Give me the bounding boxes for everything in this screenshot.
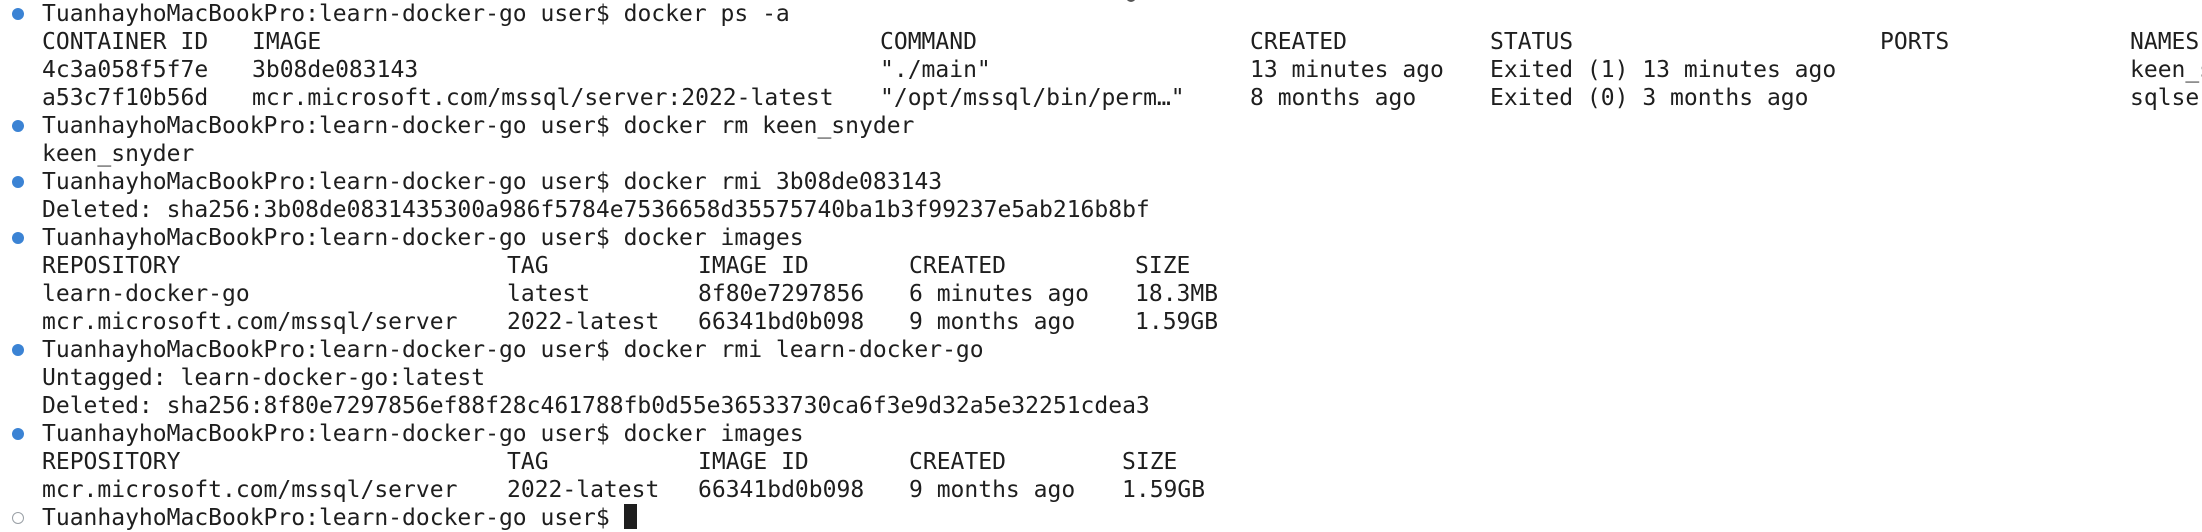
images-table-row-cell: 6 minutes ago [909, 281, 1090, 307]
prompt-line[interactable]: TuanhayhoMacBookPro:learn-docker-go user… [42, 420, 804, 448]
ps-table-row-cell: "./main" [880, 57, 991, 83]
terminal-output[interactable]: TuanhayhoMacBookPro:learn-docker-go user… [0, 0, 2202, 532]
command-success-marker-icon[interactable] [12, 232, 24, 244]
images-table-header: REPOSITORY TAG IMAGE ID CREATED SIZE [42, 448, 2192, 476]
command-success-marker-icon[interactable] [12, 8, 24, 20]
images-table-row-cell: learn-docker-go [42, 281, 250, 307]
output-text: keen_snyder [42, 141, 195, 167]
output-line: Untagged: learn-docker-go:latest [42, 364, 485, 392]
scroll-clipped-glyph [1126, 0, 1136, 2]
images-table-header-cell: REPOSITORY [42, 253, 181, 279]
command-text: docker rm keen_snyder [623, 113, 915, 139]
images-table-row: mcr.microsoft.com/mssql/server 2022-lates… [42, 476, 2192, 504]
ps-table-header-cell: STATUS [1490, 29, 1574, 55]
command-pending-marker-icon[interactable] [12, 512, 24, 524]
output-line: keen_snyder [42, 140, 194, 168]
images-table-header-cell: SIZE [1135, 253, 1191, 279]
images-table-header-cell: IMAGE ID [698, 253, 809, 279]
text-cursor[interactable] [623, 504, 637, 529]
ps-table-row-cell: Exited (0) 3 months ago [1490, 85, 1809, 111]
images-table-header-cell: TAG [507, 253, 549, 279]
images-table-header: REPOSITORY TAG IMAGE ID CREATED SIZE [42, 252, 2192, 280]
prompt-line[interactable]: TuanhayhoMacBookPro:learn-docker-go user… [42, 112, 914, 140]
images-table-row-cell: latest [507, 281, 591, 307]
command-text: docker ps -a [623, 1, 790, 27]
command-success-marker-icon[interactable] [12, 344, 24, 356]
ps-table-row-cell: 4c3a058f5f7e [42, 57, 209, 83]
output-text: Deleted: sha256:3b08de0831435300a986f578… [42, 197, 1150, 223]
output-line: Deleted: sha256:8f80e7297856ef88f28c4617… [42, 392, 1150, 420]
ps-table-header: CONTAINER ID IMAGE COMMAND CREATED STATUS POR… [42, 28, 2199, 56]
prompt-line[interactable]: TuanhayhoMacBookPro:learn-docker-go user… [42, 168, 942, 196]
images-table-row-cell: mcr.microsoft.com/mssql/server [42, 309, 458, 335]
ps-table-row: 4c3a058f5f7e 3b08de083143 "./main" 13 minut… [42, 56, 2202, 84]
command-success-marker-icon[interactable] [12, 176, 24, 188]
output-line: Deleted: sha256:3b08de0831435300a986f578… [42, 196, 1150, 224]
command-success-marker-icon[interactable] [12, 428, 24, 440]
images-table-row-cell: 8f80e7297856 [698, 281, 865, 307]
images-table-row-cell: 2022-latest [507, 477, 660, 503]
images-table-header-cell: REPOSITORY [42, 449, 181, 475]
command-text: docker images [623, 225, 804, 251]
prompt: TuanhayhoMacBookPro:learn-docker-go user… [42, 169, 610, 195]
ps-table-row-cell: sqlserver2022 [2130, 85, 2202, 111]
output-text: Deleted: sha256:8f80e7297856ef88f28c4617… [42, 393, 1150, 419]
ps-table-header-cell: IMAGE [252, 29, 322, 55]
images-table-header-cell: CREATED [909, 449, 1006, 475]
prompt-line[interactable]: TuanhayhoMacBookPro:learn-docker-go user… [42, 504, 637, 532]
images-table-header-cell: SIZE [1122, 449, 1178, 475]
images-table-header-cell: TAG [507, 449, 549, 475]
command-text: docker rmi learn-docker-go [623, 337, 984, 363]
command-text: docker rmi 3b08de083143 [623, 169, 943, 195]
prompt: TuanhayhoMacBookPro:learn-docker-go user… [42, 113, 610, 139]
images-table-header-cell: CREATED [909, 253, 1006, 279]
prompt-line[interactable]: TuanhayhoMacBookPro:learn-docker-go user… [42, 336, 984, 364]
ps-table-row-cell: 8 months ago [1250, 85, 1417, 111]
ps-table-row-cell: Exited (1) 13 minutes ago [1490, 57, 1837, 83]
images-table-header-cell: IMAGE ID [698, 449, 809, 475]
ps-table-row-cell: 13 minutes ago [1250, 57, 1444, 83]
prompt: TuanhayhoMacBookPro:learn-docker-go user… [42, 421, 610, 447]
ps-table-header-cell: COMMAND [880, 29, 977, 55]
prompt-line[interactable]: TuanhayhoMacBookPro:learn-docker-go user… [42, 224, 804, 252]
images-table-row-cell: 9 months ago [909, 477, 1076, 503]
command-success-marker-icon[interactable] [12, 120, 24, 132]
ps-table-header-cell: PORTS [1880, 29, 1950, 55]
prompt-line[interactable]: TuanhayhoMacBookPro:learn-docker-go user… [42, 0, 790, 28]
command-text: docker images [623, 421, 804, 447]
images-table-row: mcr.microsoft.com/mssql/server 2022-lates… [42, 308, 2192, 336]
images-table-row-cell: 2022-latest [507, 309, 660, 335]
images-table-row-cell: 66341bd0b098 [698, 477, 865, 503]
ps-table-header-cell: CONTAINER ID [42, 29, 209, 55]
output-text: Untagged: learn-docker-go:latest [42, 365, 486, 391]
prompt: TuanhayhoMacBookPro:learn-docker-go user… [42, 337, 610, 363]
ps-table-header-cell: CREATED [1250, 29, 1347, 55]
images-table-row-cell: 66341bd0b098 [698, 309, 865, 335]
images-table-row-cell: 1.59GB [1122, 477, 1206, 503]
ps-table-row-cell: a53c7f10b56d [42, 85, 209, 111]
images-table-row-cell: 18.3MB [1135, 281, 1219, 307]
images-table-row-cell: mcr.microsoft.com/mssql/server [42, 477, 458, 503]
ps-table-row-cell: "/opt/mssql/bin/perm…" [880, 85, 1185, 111]
ps-table-row-cell: keen_snyder [2130, 57, 2202, 83]
prompt: TuanhayhoMacBookPro:learn-docker-go user… [42, 505, 610, 531]
ps-table-row: a53c7f10b56d mcr.microsoft.com/mssql/serv… [42, 84, 2202, 112]
images-table-row-cell: 1.59GB [1135, 309, 1219, 335]
prompt: TuanhayhoMacBookPro:learn-docker-go user… [42, 225, 610, 251]
ps-table-header-cell: NAMES [2130, 29, 2200, 55]
images-table-row-cell: 9 months ago [909, 309, 1076, 335]
ps-table-row-cell: 3b08de083143 [252, 57, 419, 83]
images-table-row: learn-docker-go latest 8f80e7297856 6 minut… [42, 280, 2192, 308]
prompt: TuanhayhoMacBookPro:learn-docker-go user… [42, 1, 610, 27]
ps-table-row-cell: mcr.microsoft.com/mssql/server:2022-late… [252, 85, 834, 111]
